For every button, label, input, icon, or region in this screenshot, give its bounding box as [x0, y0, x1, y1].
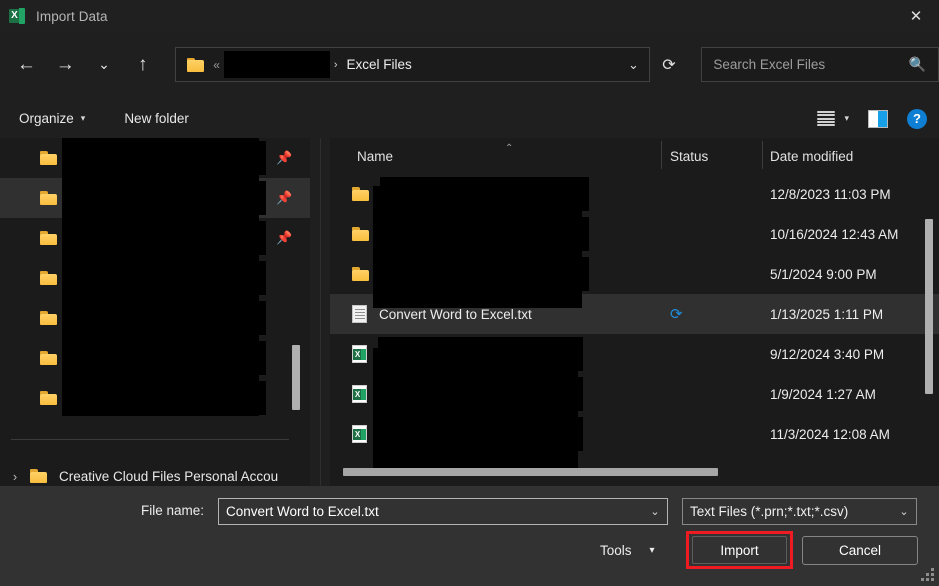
sidebar-item-label: Creative Cloud Files Personal Accou [59, 468, 279, 484]
preview-pane-icon[interactable] [868, 109, 888, 128]
file-date-modified: 1/13/2025 1:11 PM [770, 306, 884, 322]
address-dropdown-chevron-down-icon[interactable]: ⌄ [617, 48, 649, 81]
folder-icon [30, 469, 47, 483]
file-list-horizontal-scrollbar[interactable] [330, 468, 930, 476]
file-name-label: File name: [141, 503, 205, 518]
file-date-modified: 9/12/2024 3:40 PM [770, 346, 885, 362]
command-bar: Organize ▾ New folder ▾ ? [0, 99, 939, 138]
address-bar[interactable]: « › Excel Files ⌄ [175, 47, 651, 82]
breadcrumb-redacted-segment[interactable] [223, 51, 330, 78]
close-icon[interactable]: ✕ [893, 0, 939, 32]
resize-grip[interactable] [921, 568, 935, 582]
tools-button[interactable]: Tools ▾ [600, 537, 655, 563]
chevron-right-icon[interactable]: › [0, 469, 30, 484]
back-button[interactable]: ← [7, 47, 46, 83]
file-list-column-headers: Name ⌃ Status Date modified [330, 138, 939, 174]
refresh-icon[interactable]: ⟳ [650, 48, 687, 81]
excel-icon: X [9, 8, 25, 24]
sidebar-item-creative-cloud-files[interactable]: › Creative Cloud Files Personal Accou [0, 456, 310, 486]
forward-button[interactable]: → [46, 47, 85, 83]
sort-ascending-icon: ⌃ [505, 143, 514, 154]
folder-icon [40, 151, 57, 165]
view-options-group: ▾ ? [817, 108, 927, 129]
file-list-vertical-scrollbar[interactable] [925, 174, 933, 459]
column-divider[interactable] [762, 141, 763, 169]
file-date-modified: 11/3/2024 12:08 AM [770, 426, 890, 442]
new-folder-button[interactable]: New folder [116, 104, 197, 134]
file-name-input[interactable] [226, 504, 643, 519]
organize-label: Organize [19, 111, 74, 126]
file-list-vertical-scrollbar-thumb[interactable] [925, 219, 933, 394]
folder-icon [40, 391, 57, 405]
folder-icon [40, 191, 57, 205]
view-chevron-down-icon[interactable]: ▾ [844, 113, 849, 124]
folder-icon [40, 311, 57, 325]
folder-icon [40, 231, 57, 245]
breadcrumb-separator-icon: › [333, 58, 338, 71]
chevron-down-icon: ▾ [649, 544, 655, 556]
file-date-modified: 10/16/2024 12:43 AM [770, 226, 899, 242]
excel-file-icon: X [352, 425, 367, 443]
import-data-dialog: X Import Data ✕ ← → ⌄ ↑ « › Excel Files … [0, 0, 939, 586]
folder-icon [187, 57, 205, 72]
pin-icon[interactable]: 📌 [276, 230, 292, 245]
sync-icon: ⟳ [670, 306, 683, 323]
file-list-pane: Name ⌃ Status Date modified 12/8/2023 11… [330, 138, 939, 486]
file-names-redaction-block [373, 348, 578, 469]
excel-file-icon: X [352, 385, 367, 403]
excel-file-icon: X [352, 345, 367, 363]
column-header-name[interactable]: Name [357, 149, 393, 164]
folder-icon [352, 227, 369, 241]
file-names-redaction-block [373, 186, 582, 308]
column-divider[interactable] [661, 141, 662, 169]
recent-locations-chevron-down-icon[interactable]: ⌄ [85, 47, 124, 83]
text-file-icon [352, 305, 367, 323]
folder-icon [40, 271, 57, 285]
column-header-date-modified[interactable]: Date modified [770, 149, 853, 164]
column-header-status[interactable]: Status [670, 149, 708, 164]
file-type-value: Text Files (*.prn;*.txt;*.csv) [690, 504, 849, 519]
chevron-down-icon[interactable]: ⌄ [892, 505, 916, 518]
content-area: 📌 📌 📌 › Creative Cloud Files Personal Ac… [0, 138, 939, 486]
folder-icon [352, 267, 369, 281]
tools-label: Tools [600, 542, 632, 558]
search-box[interactable]: 🔍 [701, 47, 939, 82]
search-icon[interactable]: 🔍 [909, 56, 926, 73]
file-name-combobox[interactable]: ⌄ [218, 498, 668, 525]
navigation-bar: ← → ⌄ ↑ « › Excel Files ⌄ ⟳ 🔍 [0, 32, 939, 97]
help-icon[interactable]: ? [907, 108, 927, 129]
search-input[interactable] [713, 57, 909, 72]
folder-icon [352, 187, 369, 201]
nav-divider [11, 439, 289, 440]
chevron-down-icon: ▾ [80, 113, 86, 123]
pane-splitter[interactable] [320, 138, 321, 486]
nav-pane-scrollbar[interactable] [292, 138, 300, 486]
folder-icon [40, 351, 57, 365]
file-date-modified: 5/1/2024 9:00 PM [770, 266, 877, 282]
nav-labels-redaction-block [62, 138, 259, 416]
excel-icon-accent [19, 8, 25, 24]
breadcrumb-current[interactable]: Excel Files [347, 57, 412, 72]
chevron-down-icon[interactable]: ⌄ [643, 505, 667, 518]
breadcrumb-overflow-icon[interactable]: « [213, 58, 220, 72]
title-bar: X Import Data ✕ [0, 0, 939, 32]
import-button[interactable]: Import [692, 536, 787, 564]
navigation-pane: 📌 📌 📌 › Creative Cloud Files Personal Ac… [0, 138, 310, 486]
list-view-icon[interactable] [817, 111, 836, 126]
nav-pane-scrollbar-thumb[interactable] [292, 345, 300, 410]
file-name: Convert Word to Excel.txt [379, 306, 532, 322]
file-date-modified: 1/9/2024 1:27 AM [770, 386, 876, 402]
up-button[interactable]: ↑ [123, 47, 162, 83]
organize-button[interactable]: Organize ▾ [11, 104, 93, 134]
new-folder-label: New folder [124, 111, 189, 126]
cancel-button[interactable]: Cancel [802, 536, 918, 565]
pin-icon[interactable]: 📌 [276, 150, 292, 165]
pin-icon[interactable]: 📌 [276, 190, 292, 205]
window-title: Import Data [36, 8, 108, 24]
file-list-horizontal-scrollbar-thumb[interactable] [343, 468, 718, 476]
file-date-modified: 12/8/2023 11:03 PM [770, 186, 891, 202]
file-type-combobox[interactable]: Text Files (*.prn;*.txt;*.csv) ⌄ [682, 498, 917, 525]
